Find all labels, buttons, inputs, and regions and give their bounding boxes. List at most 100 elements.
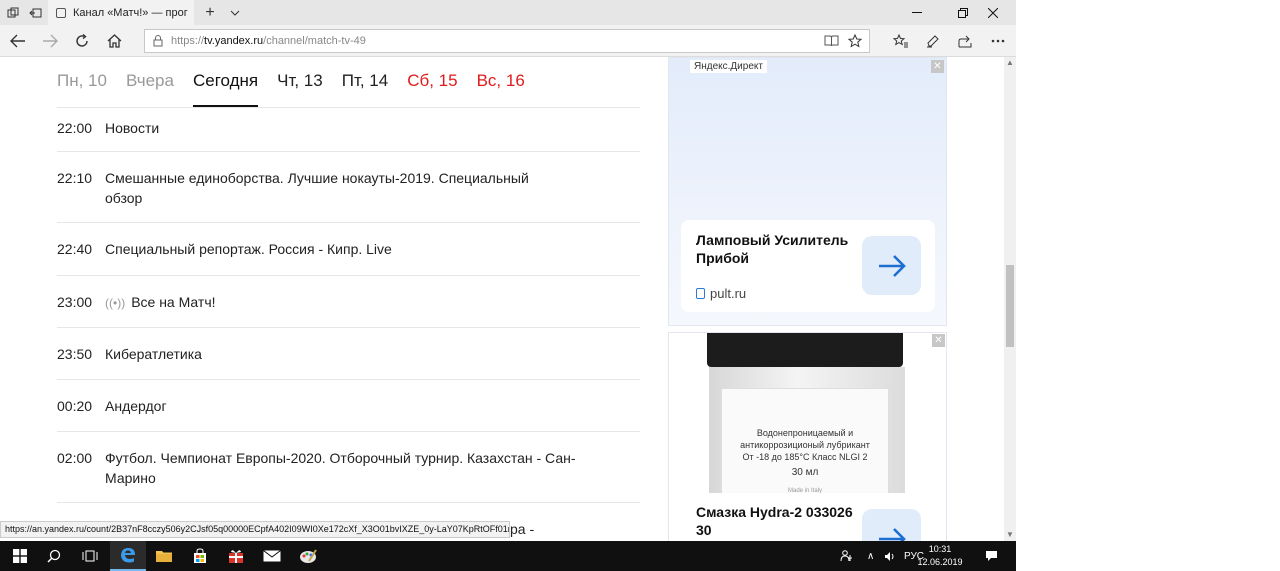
- tab-favicon-icon: [56, 7, 66, 18]
- new-tab-button[interactable]: +: [200, 0, 220, 25]
- clock-time: 10:31: [928, 544, 952, 554]
- windows-taskbar: ∧ РУС 10:31 12.06.2019: [0, 541, 1016, 571]
- favorite-star-icon[interactable]: [843, 29, 867, 53]
- program-time: 00:20: [57, 398, 93, 414]
- program-row[interactable]: 00:20 Андердог: [57, 380, 640, 432]
- scrollbar-thumb[interactable]: [1006, 265, 1014, 347]
- url-scheme: https://: [171, 35, 205, 47]
- title-bar: Канал «Матч!» — прог ✕ +: [0, 0, 1016, 25]
- program-time: 23:00: [57, 294, 93, 310]
- program-title[interactable]: ((•)) Все на Матч!: [105, 292, 535, 317]
- ad-go-arrow-button[interactable]: [862, 236, 921, 295]
- direct-ad-amplifier[interactable]: Яндекс.Директ ✕ Ламповый Усилитель Прибо…: [668, 57, 947, 326]
- gift-app-icon[interactable]: [218, 541, 254, 571]
- program-title[interactable]: Новости: [105, 118, 535, 141]
- program-row[interactable]: 22:40 Специальный репортаж. Россия - Кип…: [57, 223, 640, 276]
- scroll-down-arrow-icon[interactable]: ▼: [1004, 529, 1016, 541]
- program-time: 22:40: [57, 241, 93, 257]
- edge-app-icon[interactable]: [110, 541, 146, 571]
- day-tab-thu-13[interactable]: Чт, 13: [277, 71, 323, 107]
- ad-close-icon[interactable]: ✕: [931, 60, 944, 73]
- reading-view-icon[interactable]: [819, 29, 843, 53]
- web-note-pen-icon[interactable]: [921, 29, 945, 53]
- store-icon[interactable]: [182, 541, 218, 571]
- close-window-button[interactable]: [970, 0, 1016, 25]
- program-row[interactable]: 02:00 Футбол. Чемпионат Европы-2020. Отб…: [57, 432, 640, 503]
- system-clock[interactable]: 10:31 12.06.2019: [915, 543, 965, 569]
- program-title-text: Все на Матч!: [131, 294, 216, 310]
- domain-favicon-icon: [696, 288, 705, 299]
- scroll-up-arrow-icon[interactable]: ▲: [1004, 57, 1016, 69]
- partially-hidden-text: ра -: [510, 521, 535, 537]
- tab-preview-chevron-icon[interactable]: [225, 0, 245, 25]
- address-bar[interactable]: https://tv.yandex.ru/channel/match-tv-49: [144, 29, 870, 53]
- clock-date: 12.06.2019: [917, 557, 963, 567]
- ad-domain[interactable]: pult.ru: [696, 286, 746, 301]
- refresh-button[interactable]: [66, 25, 98, 57]
- ad-card[interactable]: Ламповый Усилитель Прибой pult.ru: [681, 220, 935, 312]
- bottle-volume: 30 мл: [791, 467, 819, 478]
- program-time: 23:50: [57, 346, 93, 362]
- arrow-right-icon: [878, 527, 906, 541]
- ad-go-arrow-button[interactable]: [862, 509, 921, 541]
- day-tab-mon-10[interactable]: Пн, 10: [57, 71, 107, 107]
- arrow-right-icon: [878, 254, 906, 277]
- volume-icon[interactable]: [884, 541, 896, 571]
- ad-title[interactable]: Смазка Hydra-2 033026 30: [696, 503, 866, 539]
- share-icon[interactable]: [953, 29, 977, 53]
- day-tab-yesterday[interactable]: Вчера: [126, 71, 174, 107]
- program-row-live[interactable]: 23:00 ((•)) Все на Матч!: [57, 276, 640, 328]
- forward-button[interactable]: [34, 25, 66, 57]
- day-tab-sun-16[interactable]: Вс, 16: [477, 71, 525, 107]
- lock-icon: [153, 35, 163, 47]
- page-scrollbar[interactable]: ▲ ▼: [1004, 57, 1016, 541]
- day-tab-today[interactable]: Сегодня: [192, 71, 259, 107]
- paint-app-icon[interactable]: [290, 541, 326, 571]
- start-windows-icon[interactable]: [0, 541, 40, 571]
- program-row[interactable]: 23:50 Кибератлетика: [57, 328, 640, 380]
- navigation-bar: https://tv.yandex.ru/channel/match-tv-49: [0, 25, 1016, 57]
- back-button[interactable]: [2, 25, 34, 57]
- edge-browser-window: Канал «Матч!» — прог ✕ +: [0, 0, 1016, 541]
- program-row[interactable]: 22:10 Смешанные единоборства. Лучшие нок…: [57, 152, 640, 223]
- program-title[interactable]: Кибератлетика: [105, 344, 535, 369]
- day-tabs: Пн, 10 Вчера Сегодня Чт, 13 Пт, 14 Сб, 1…: [57, 71, 544, 107]
- program-row[interactable]: 22:00 Новости: [57, 108, 640, 152]
- people-icon[interactable]: [840, 541, 854, 571]
- file-explorer-icon[interactable]: [146, 541, 182, 571]
- show-hidden-icons-chevron-icon[interactable]: ∧: [867, 541, 874, 571]
- ad-title[interactable]: Ламповый Усилитель Прибой: [696, 231, 866, 267]
- set-aside-tabs-icon[interactable]: [26, 0, 44, 25]
- browser-tab-active[interactable]: Канал «Матч!» — прог: [48, 0, 194, 25]
- day-tab-fri-14[interactable]: Пт, 14: [342, 71, 388, 107]
- favorites-hub-icon[interactable]: [889, 29, 913, 53]
- program-time: 22:10: [57, 170, 93, 186]
- ad-card[interactable]: Смазка Hydra-2 033026 30: [681, 493, 935, 541]
- url-host: tv.yandex.ru: [204, 35, 264, 47]
- bottle-label: Водонепроницаемый и антикоррозиционый лу…: [721, 388, 889, 508]
- live-broadcast-icon: ((•)): [105, 296, 126, 310]
- program-time: 02:00: [57, 450, 93, 466]
- ad-domain-text: pult.ru: [710, 286, 747, 301]
- bottle-cap: [707, 333, 903, 367]
- search-icon[interactable]: [36, 541, 72, 571]
- action-center-notification-icon[interactable]: [985, 541, 998, 571]
- program-title[interactable]: Специальный репортаж. Россия - Кипр. Liv…: [105, 239, 535, 265]
- ad-source-label[interactable]: Яндекс.Директ: [690, 60, 767, 73]
- mail-icon[interactable]: [254, 541, 290, 571]
- screen: Канал «Матч!» — прог ✕ +: [0, 0, 1280, 571]
- minimize-button[interactable]: [894, 0, 940, 25]
- direct-ad-lubricant[interactable]: ✕ Водонепроницаемый и антикоррозиционый …: [668, 332, 947, 541]
- url-path: /channel/match-tv-49: [263, 35, 366, 47]
- tab-manager-icon[interactable]: [4, 0, 22, 25]
- task-view-icon[interactable]: [72, 541, 108, 571]
- home-button[interactable]: [98, 25, 130, 57]
- program-title[interactable]: Смешанные единоборства. Лучшие нокауты-2…: [105, 168, 535, 212]
- bottle-label-line: Водонепроницаемый и: [756, 428, 854, 438]
- day-tab-sat-15[interactable]: Сб, 15: [407, 71, 457, 107]
- program-title[interactable]: Андердог: [105, 396, 535, 421]
- status-bar-url: https://an.yandex.ru/count/2B37nF8cczy50…: [0, 521, 510, 538]
- more-menu-icon[interactable]: [986, 29, 1010, 53]
- ad-close-icon[interactable]: ✕: [932, 334, 945, 347]
- program-title[interactable]: Футбол. Чемпионат Европы-2020. Отборочны…: [105, 448, 585, 492]
